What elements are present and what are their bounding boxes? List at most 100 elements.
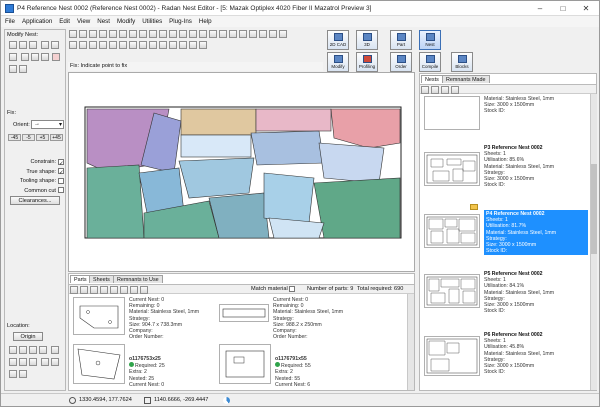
common-cut-row[interactable]: Common cut (7, 187, 64, 197)
menu-application[interactable]: Application (22, 18, 52, 25)
prev-icon[interactable] (79, 41, 87, 49)
menu-modify[interactable]: Modify (117, 18, 135, 25)
angle-minus45-button[interactable]: -45 (8, 134, 21, 141)
select-tool-icon[interactable] (9, 41, 17, 49)
nest-thumbnail-3[interactable] (424, 274, 480, 308)
snap-free-icon[interactable] (19, 370, 27, 378)
pan-icon[interactable] (179, 30, 187, 38)
nest-view-icon[interactable] (451, 86, 459, 94)
snap-point-icon[interactable] (39, 346, 47, 354)
grid-icon[interactable] (199, 30, 207, 38)
bump-tool-icon[interactable] (30, 53, 39, 61)
compile-button[interactable]: Compile (419, 52, 441, 72)
refresh-icon[interactable] (259, 30, 267, 38)
info-icon[interactable] (219, 30, 227, 38)
maximize-icon[interactable]: □ (552, 1, 574, 16)
snap-near-icon[interactable] (29, 358, 37, 366)
delete-nest-icon[interactable] (431, 86, 439, 94)
cad-2d-button[interactable]: 2D CAD (327, 30, 349, 50)
nest-thumbnail-2[interactable] (424, 214, 480, 248)
part-thumbnail-3[interactable] (73, 344, 125, 384)
next-icon[interactable] (89, 41, 97, 49)
sheet-icon[interactable] (139, 41, 147, 49)
nest-thumbnail-1[interactable] (424, 152, 480, 186)
snap-end-icon[interactable] (40, 358, 49, 366)
part-thumbnail-1[interactable] (73, 297, 125, 335)
order-button[interactable]: Order (390, 52, 412, 72)
nest-details-2[interactable]: P4 Reference Nest 0002 Sheets: 1 Utilisat… (484, 210, 588, 256)
constrain-row[interactable]: Constrain: ✓ (7, 158, 64, 168)
remnant-icon[interactable] (149, 41, 157, 49)
profiling-button[interactable]: Profiling (356, 52, 378, 72)
zoom-fit-icon[interactable] (169, 30, 177, 38)
last-icon[interactable] (99, 41, 107, 49)
array-tool-icon[interactable] (9, 53, 17, 61)
part-thumbnail-4[interactable] (219, 344, 271, 384)
view-icon[interactable] (269, 30, 277, 38)
nest-canvas[interactable] (68, 72, 415, 272)
layers-icon[interactable] (209, 30, 217, 38)
remove-part-icon[interactable] (90, 286, 98, 294)
rotate-tool-icon[interactable] (29, 41, 37, 49)
simulate-icon[interactable] (169, 41, 177, 49)
blocks-button[interactable]: Blocks (451, 52, 473, 72)
first-icon[interactable] (69, 41, 77, 49)
mirror-tool-icon[interactable] (40, 41, 49, 49)
snap-tangent-icon[interactable] (50, 358, 59, 366)
snap-corner-icon[interactable] (9, 346, 17, 354)
auto-nest-icon[interactable] (129, 41, 137, 49)
snap-grid-icon[interactable] (19, 346, 27, 354)
settings-icon[interactable] (249, 30, 257, 38)
zoom-in-icon[interactable] (149, 30, 157, 38)
tab-sheets[interactable]: Sheets (89, 275, 114, 283)
match-material-checkbox[interactable] (289, 286, 295, 292)
tooling-shape-checkbox[interactable] (58, 177, 64, 184)
snap-intersect-icon[interactable] (19, 358, 27, 366)
align-tool-icon[interactable] (20, 53, 29, 61)
menu-plugins[interactable]: Plug-Ins (169, 18, 192, 25)
folder-icon[interactable] (421, 86, 429, 94)
measure-icon[interactable] (189, 30, 197, 38)
zoom-out-icon[interactable] (159, 30, 167, 38)
tab-remnants-made[interactable]: Remnants Made (442, 75, 490, 83)
part-thumbnail-2[interactable] (219, 304, 269, 322)
true-shape-row[interactable]: True shape: ✓ (7, 168, 64, 178)
part-view-icon[interactable] (140, 286, 148, 294)
part-props-icon[interactable] (110, 286, 118, 294)
menu-nest[interactable]: Nest (97, 18, 110, 25)
refresh-nest-icon[interactable] (441, 86, 449, 94)
common-cut-checkbox[interactable] (58, 187, 64, 194)
angle-minus5-button[interactable]: -5 (22, 134, 35, 141)
undo-icon[interactable] (109, 30, 117, 38)
edit-part-icon[interactable] (100, 286, 108, 294)
nests-scroll-thumb[interactable] (591, 164, 597, 254)
snap-mid-icon[interactable] (9, 358, 17, 366)
nests-scrollbar[interactable] (590, 94, 597, 390)
menu-file[interactable]: File (5, 18, 15, 25)
help-icon[interactable] (239, 30, 247, 38)
save-icon[interactable] (89, 30, 97, 38)
paste-icon[interactable] (139, 30, 147, 38)
menu-edit[interactable]: Edit (59, 18, 70, 25)
new-icon[interactable] (69, 30, 77, 38)
sequence-icon[interactable] (159, 41, 167, 49)
fix-tool-icon[interactable] (9, 65, 17, 73)
print-icon[interactable] (99, 30, 107, 38)
menu-utilities[interactable]: Utilities (142, 18, 162, 25)
part-list-icon[interactable] (120, 286, 128, 294)
swap-tool-icon[interactable] (40, 53, 49, 61)
menu-view[interactable]: View (77, 18, 90, 25)
cad-3d-button[interactable]: 3D (356, 30, 378, 50)
true-shape-checkbox[interactable]: ✓ (58, 168, 64, 176)
nest-button[interactable]: Nest (419, 30, 441, 50)
tab-nests[interactable]: Nests (421, 75, 443, 83)
nest-thumbnail-0[interactable] (424, 96, 480, 130)
tab-parts[interactable]: Parts (70, 275, 91, 283)
color-icon[interactable] (229, 30, 237, 38)
lock-icon[interactable] (199, 41, 207, 49)
open-icon[interactable] (79, 30, 87, 38)
snap-edge-icon[interactable] (50, 346, 59, 354)
nest-add-icon[interactable] (109, 41, 117, 49)
minimize-icon[interactable]: – (529, 1, 551, 16)
close-icon[interactable]: ✕ (575, 1, 597, 16)
